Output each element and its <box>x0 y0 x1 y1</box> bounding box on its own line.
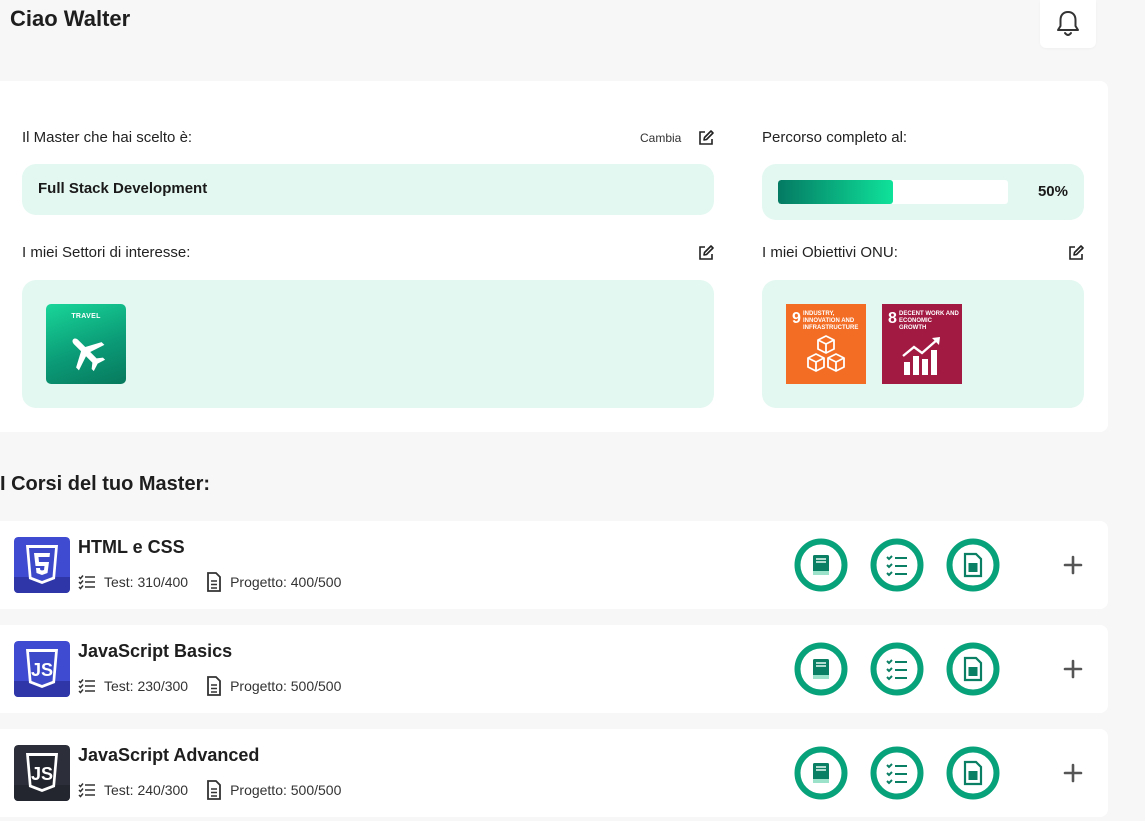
document-icon <box>207 780 221 800</box>
course-title: JavaScript Advanced <box>78 745 260 765</box>
tests-progress-icon[interactable] <box>870 746 924 800</box>
course-test-score: Test: 230/300 <box>104 678 189 694</box>
sector-tile-label: TRAVEL <box>71 313 101 320</box>
tests-progress-icon[interactable] <box>870 642 924 696</box>
edit-icon[interactable] <box>697 129 715 147</box>
bell-icon <box>1057 11 1079 36</box>
progress-percent: 50% <box>1037 183 1068 200</box>
document-icon <box>207 572 221 592</box>
master-label: Il Master che hai scelto è: <box>22 129 193 146</box>
course-project-score: Progetto: 500/500 <box>230 782 342 798</box>
document-icon <box>207 676 221 696</box>
growth-chart-icon <box>902 337 940 375</box>
course-test-score: Test: 310/400 <box>104 574 189 590</box>
sdg-text: INDUSTRY, INNOVATION AND INFRASTRUCTURE <box>803 311 859 331</box>
project-progress-icon[interactable] <box>946 746 1000 800</box>
master-name: Full Stack Development <box>38 180 208 197</box>
progress-bar <box>778 180 1008 204</box>
sdg-number: 9 <box>792 310 801 327</box>
sector-tile-travel[interactable]: TRAVEL <box>46 304 126 384</box>
sectors-box: TRAVEL <box>22 280 714 408</box>
expand-course-button[interactable] <box>1062 554 1084 576</box>
greeting-title: Ciao Walter <box>10 6 131 31</box>
js-icon: JS <box>14 641 70 697</box>
sdg-tile-9[interactable]: 9 INDUSTRY, INNOVATION AND INFRASTRUCTUR… <box>786 304 866 384</box>
goals-label: I miei Obiettivi ONU: <box>762 244 898 261</box>
course-test-score: Test: 240/300 <box>104 782 189 798</box>
course-project-score: Progetto: 500/500 <box>230 678 342 694</box>
checklist-icon <box>78 783 95 798</box>
tests-progress-icon[interactable] <box>870 538 924 592</box>
logo-text: JS <box>31 660 53 680</box>
expand-course-button[interactable] <box>1062 658 1084 680</box>
cubes-icon <box>807 335 845 372</box>
html5-icon <box>14 537 70 593</box>
progress-label: Percorso completo al: <box>762 129 908 146</box>
master-summary-card: Il Master che hai scelto è: Cambia Full … <box>0 81 1108 432</box>
course-title: JavaScript Basics <box>78 641 233 661</box>
courses-section-title: I Corsi del tuo Master: <box>0 473 211 495</box>
course-card[interactable]: JS JavaScript Basics Test: 230/300 Proge… <box>0 625 1108 713</box>
sdg-text: DECENT WORK AND ECONOMIC GROWTH <box>899 311 959 331</box>
edit-goals-icon[interactable] <box>1067 244 1085 262</box>
checklist-icon <box>78 575 95 590</box>
project-progress-icon[interactable] <box>946 642 1000 696</box>
course-card[interactable]: JS JavaScript Advanced Test: 240/300 Pro… <box>0 729 1108 817</box>
sectors-label: I miei Settori di interesse: <box>22 244 191 261</box>
js-dark-icon: JS <box>14 745 70 801</box>
lessons-progress-icon[interactable] <box>794 746 848 800</box>
lessons-progress-icon[interactable] <box>794 538 848 592</box>
edit-sectors-icon[interactable] <box>697 244 715 262</box>
expand-course-button[interactable] <box>1062 762 1084 784</box>
project-progress-icon[interactable] <box>946 538 1000 592</box>
logo-text: JS <box>31 764 53 784</box>
notifications-button[interactable] <box>1040 0 1096 48</box>
change-master-link[interactable]: Cambia <box>640 131 681 145</box>
master-name-box: Full Stack Development <box>22 164 714 215</box>
sdg-number: 8 <box>888 310 897 327</box>
course-project-score: Progetto: 400/500 <box>230 574 342 590</box>
course-card[interactable]: HTML e CSS Test: 310/400 Progetto: 400/5… <box>0 521 1108 609</box>
progress-box: 50% <box>762 164 1084 220</box>
sdg-tile-8[interactable]: 8 DECENT WORK AND ECONOMIC GROWTH <box>882 304 962 384</box>
airplane-icon <box>72 338 106 372</box>
lessons-progress-icon[interactable] <box>794 642 848 696</box>
goals-box: 9 INDUSTRY, INNOVATION AND INFRASTRUCTUR… <box>762 280 1084 408</box>
progress-bar-fill <box>778 180 893 204</box>
course-title: HTML e CSS <box>78 537 185 557</box>
checklist-icon <box>78 679 95 694</box>
